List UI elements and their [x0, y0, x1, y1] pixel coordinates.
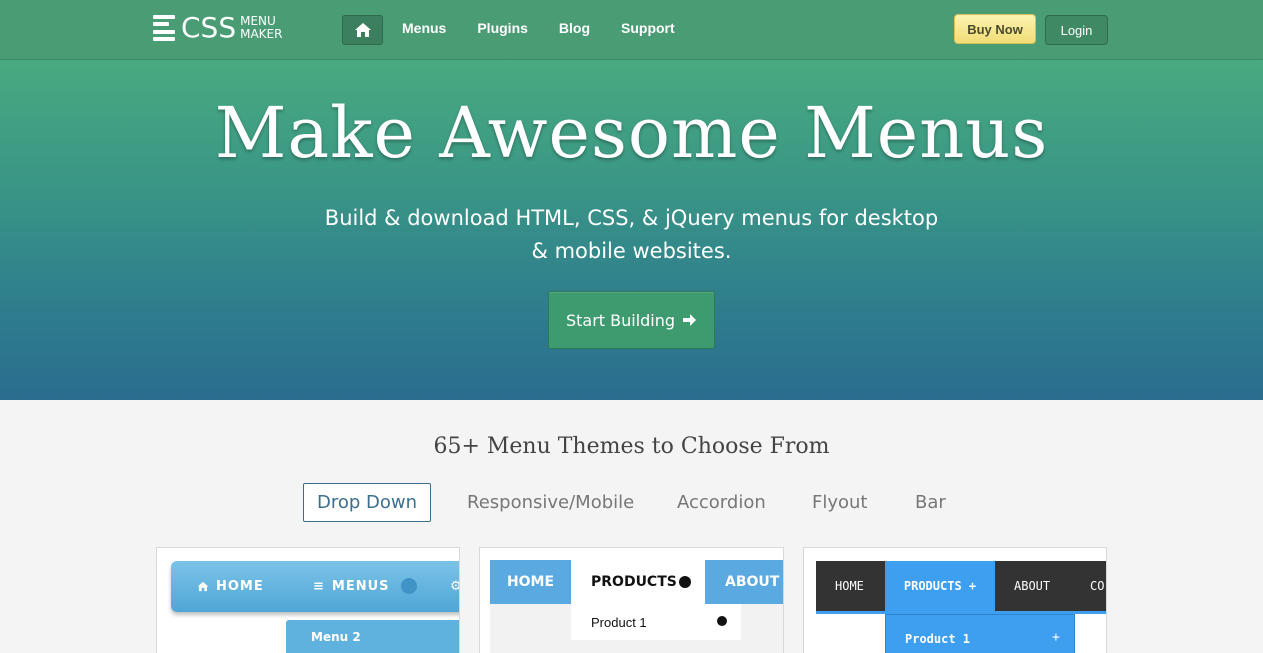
preview-dropdown-item: Menu 2 — [311, 630, 361, 644]
preview-home-item: HOME — [197, 579, 264, 594]
theme-preview-card-1[interactable]: HOME ≡ MENUS ⚙ Menu 2 — [156, 547, 460, 653]
hero-subtitle: Build & download HTML, CSS, & jQuery men… — [320, 202, 943, 268]
logo-menu-maker-text: MENU MAKER — [240, 15, 282, 41]
home-icon — [354, 23, 371, 37]
nav-link-support[interactable]: Support — [621, 20, 675, 36]
chevron-down-icon — [679, 576, 691, 588]
nav-link-plugins[interactable]: Plugins — [477, 20, 528, 36]
nav-links: Menus Plugins Blog Support — [402, 20, 706, 36]
preview-dropdown-label: Product 1 — [591, 614, 647, 630]
preview-products-item: PRODUCTS — [571, 560, 705, 604]
tab-accordion[interactable]: Accordion — [677, 492, 766, 513]
nav-home-button[interactable] — [342, 15, 383, 45]
preview-contact-item: CO — [1090, 579, 1105, 593]
preview-home-label: HOME — [216, 579, 264, 594]
themes-title: 65+ Menu Themes to Choose From — [433, 434, 830, 459]
hero-title: Make Awesome Menus — [214, 92, 1049, 174]
gear-icon: ⚙ — [450, 579, 459, 594]
preview-products-item: PRODUCTS + — [885, 561, 995, 611]
hero-subtitle-line2: & mobile websites. — [531, 239, 732, 263]
tab-flyout[interactable]: Flyout — [812, 492, 868, 513]
logo-bars-icon — [153, 15, 175, 41]
plus-icon: + — [1052, 630, 1060, 645]
tab-responsive-mobile[interactable]: Responsive/Mobile — [467, 492, 634, 513]
hero-subtitle-line1: Build & download HTML, CSS, & jQuery men… — [324, 206, 939, 230]
tab-drop-down[interactable]: Drop Down — [303, 483, 431, 522]
logo-sub-maker: MAKER — [240, 27, 283, 41]
preview-products-label: PRODUCTS — [591, 574, 677, 590]
preview-about-item: ABOUT — [1014, 579, 1051, 593]
nav-link-blog[interactable]: Blog — [559, 20, 590, 36]
chevron-right-icon — [717, 616, 727, 626]
hamburger-icon: ≡ — [313, 579, 325, 594]
preview-dropdown-item: Product 1 — [571, 604, 741, 640]
home-icon — [197, 581, 209, 592]
preview-menus-label: MENUS — [331, 579, 390, 594]
chevron-down-icon — [401, 578, 417, 594]
preview-dropdown-item: Product 1 — [905, 632, 971, 646]
hero-zigzag-edge — [0, 390, 1263, 398]
tab-bar[interactable]: Bar — [915, 492, 946, 513]
preview-about-item: ABOUT — [705, 560, 783, 604]
arrow-right-icon — [683, 314, 697, 326]
top-navbar: CSS MENU MAKER Menus Plugins Blog Suppor… — [0, 0, 1263, 60]
theme-preview-card-2[interactable]: HOME PRODUCTS ABOUT Product 1 — [479, 547, 784, 653]
start-building-button[interactable]: Start Building — [548, 291, 715, 349]
theme-preview-card-3[interactable]: HOME PRODUCTS + ABOUT CO Product 1 + — [803, 547, 1107, 653]
preview-menus-item: ≡ MENUS — [313, 579, 390, 594]
logo[interactable]: CSS MENU MAKER — [153, 14, 282, 42]
nav-link-menus[interactable]: Menus — [402, 20, 446, 36]
start-building-label: Start Building — [565, 310, 676, 330]
login-button[interactable]: Login — [1045, 15, 1108, 45]
logo-css-text: CSS — [181, 11, 237, 44]
preview-home-item: HOME — [490, 560, 571, 604]
preview-home-item: HOME — [835, 579, 864, 593]
buy-now-button[interactable]: Buy Now — [954, 14, 1036, 44]
